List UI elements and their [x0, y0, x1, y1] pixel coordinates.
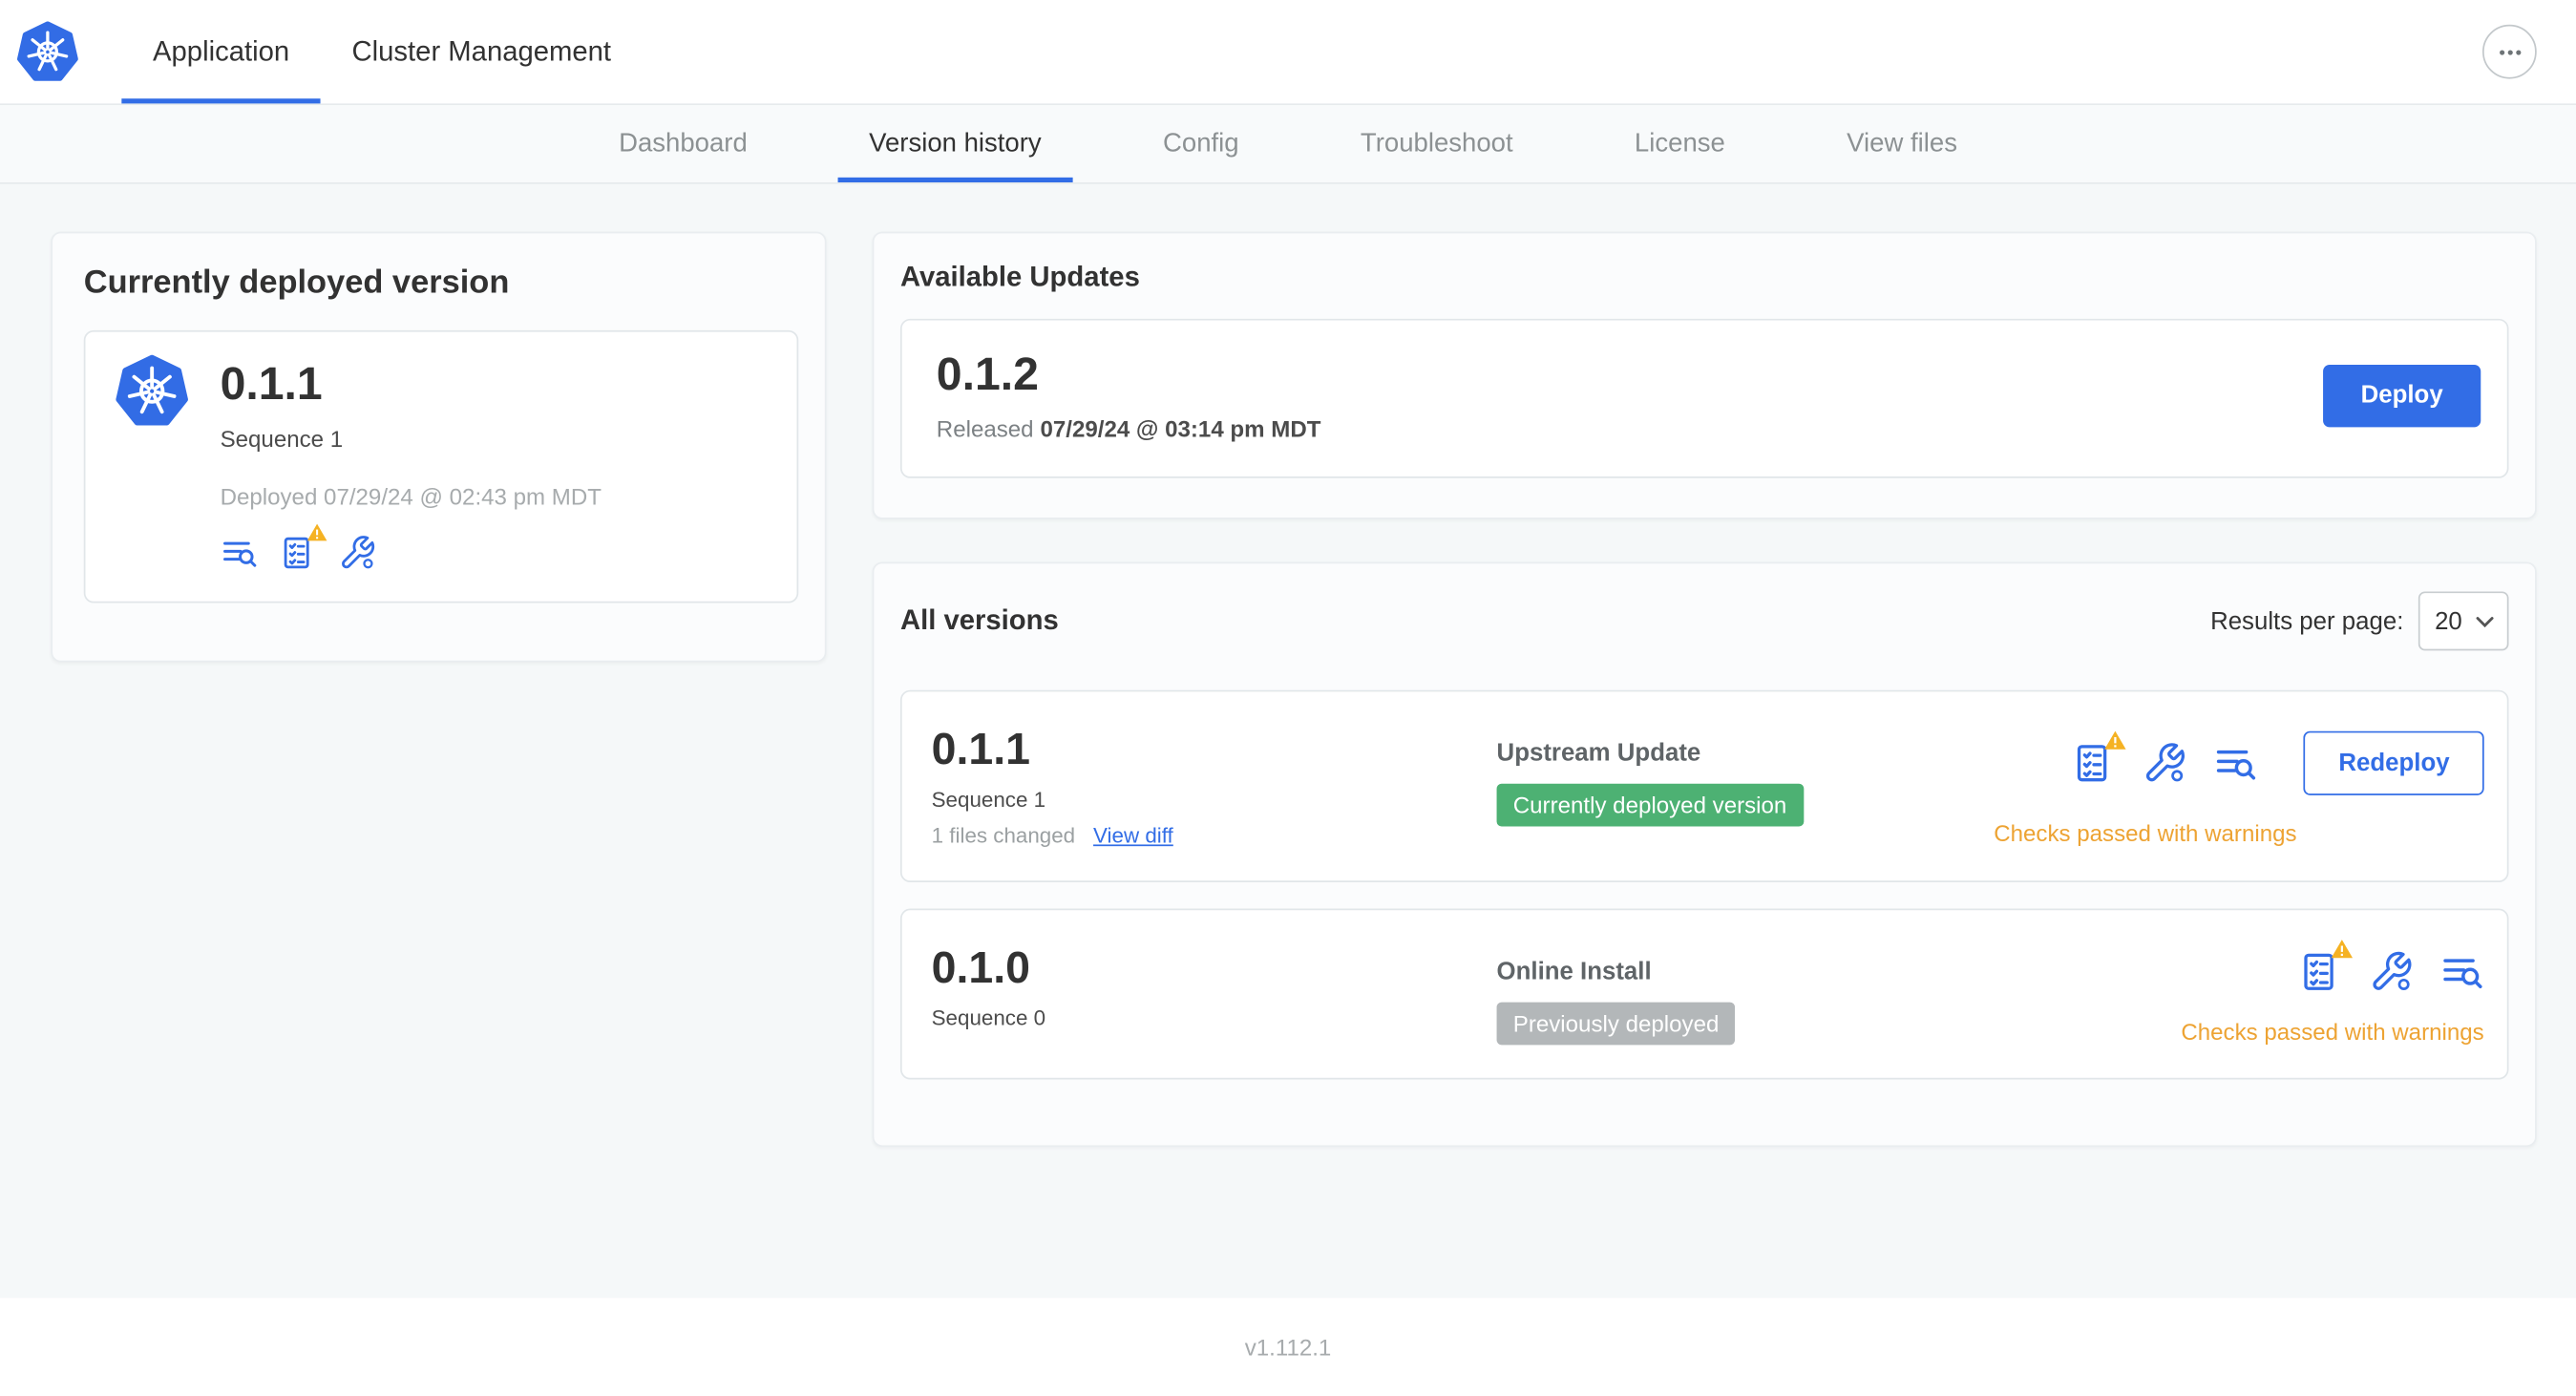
row-sequence: Sequence 0 [931, 1005, 1046, 1030]
deploy-logs-icon[interactable] [2214, 741, 2258, 785]
subnav-version-history[interactable]: Version history [808, 105, 1102, 182]
version-row-info: 0.1.1 Sequence 1 1 files changed View di… [932, 725, 1497, 848]
subnav-version-history-label: Version history [869, 129, 1042, 158]
subnav-view-files-label: View files [1847, 129, 1957, 158]
version-row-0-1-0: 0.1.0 Sequence 0 Online Install Previous… [899, 908, 2509, 1080]
version-row-actions: Checks passed with warnings [2181, 940, 2484, 1046]
row-source-label: Online Install [1496, 958, 1652, 986]
warning-triangle-icon [2105, 730, 2127, 750]
status-badge: Previously deployed [1496, 1002, 1736, 1046]
ellipsis-icon [2499, 49, 2521, 54]
subnav-dashboard[interactable]: Dashboard [558, 105, 808, 182]
subnav-view-files[interactable]: View files [1786, 105, 2018, 182]
subnav-config-label: Config [1163, 129, 1239, 158]
tab-cluster-management[interactable]: Cluster Management [321, 0, 643, 103]
config-wrench-icon[interactable] [2143, 741, 2187, 785]
right-column: Available Updates 0.1.2 Released 07/29/24… [872, 231, 2537, 1148]
subnav-troubleshoot[interactable]: Troubleshoot [1299, 105, 1573, 182]
results-per-page-label: Results per page: [2210, 606, 2404, 636]
deployed-timestamp: Deployed 07/29/24 @ 02:43 pm MDT [220, 482, 602, 510]
deploy-button[interactable]: Deploy [2323, 364, 2481, 427]
available-updates-card: Available Updates 0.1.2 Released 07/29/24… [872, 231, 2537, 519]
chevron-down-icon [2476, 616, 2494, 627]
kubernetes-logo [0, 0, 121, 103]
subnav-troubleshoot-label: Troubleshoot [1360, 129, 1513, 158]
preflight-checks-icon[interactable] [2298, 940, 2354, 994]
main-content: Currently deployed version 0.1.1 Sequenc… [0, 184, 2576, 1299]
config-wrench-icon[interactable] [2369, 950, 2413, 994]
console-version: v1.112.1 [1244, 1334, 1332, 1361]
version-row-0-1-1: 0.1.1 Sequence 1 1 files changed View di… [899, 689, 2509, 883]
row-action-icons: Redeploy [2073, 730, 2484, 795]
deployed-version-number: 0.1.1 [220, 358, 323, 410]
kubernetes-app-icon [116, 354, 188, 426]
tab-application-label: Application [153, 34, 290, 67]
redeploy-button[interactable]: Redeploy [2304, 730, 2484, 795]
results-per-page-select[interactable]: 20 [2418, 591, 2509, 651]
version-row-info: 0.1.0 Sequence 0 [932, 943, 1497, 1046]
top-header: Application Cluster Management [0, 0, 2576, 106]
results-per-page-value: 20 [2435, 606, 2462, 636]
all-versions-title: All versions [899, 604, 1059, 636]
preflight-checks-icon[interactable] [2073, 730, 2127, 785]
subnav-license-label: License [1634, 129, 1725, 158]
checks-status-text: Checks passed with warnings [2181, 1018, 2484, 1046]
app-subnav: Dashboard Version history Config Trouble… [0, 105, 2576, 184]
version-row-source: Online Install Previously deployed [1496, 943, 1736, 1046]
deploy-logs-icon[interactable] [221, 534, 259, 572]
app-footer: v1.112.1 [0, 1298, 2576, 1396]
current-version-title: Currently deployed version [83, 264, 510, 301]
checks-status-text: Checks passed with warnings [1994, 819, 2297, 847]
preflight-checks-icon[interactable] [280, 523, 327, 572]
deployed-version-details: 0.1.1 Sequence 1 Deployed 07/29/24 @ 02:… [221, 355, 602, 572]
deploy-logs-icon[interactable] [2439, 950, 2483, 994]
subnav-license[interactable]: License [1573, 105, 1785, 182]
row-sequence: Sequence 1 [931, 787, 1046, 813]
subnav-dashboard-label: Dashboard [619, 129, 748, 158]
update-row: 0.1.2 Released 07/29/24 @ 03:14 pm MDT De… [899, 318, 2509, 478]
tab-application[interactable]: Application [121, 0, 322, 104]
released-date: 07/29/24 @ 03:14 pm MDT [1040, 415, 1321, 442]
deployed-version-panel: 0.1.1 Sequence 1 Deployed 07/29/24 @ 02:… [83, 329, 799, 603]
results-per-page: Results per page: 20 [2210, 591, 2509, 651]
current-version-card: Currently deployed version 0.1.1 Sequenc… [51, 231, 827, 663]
kubernetes-logo-icon [16, 20, 78, 80]
more-menu-button[interactable] [2481, 24, 2537, 79]
files-changed-text: 1 files changed [931, 823, 1076, 848]
status-badge: Currently deployed version [1496, 783, 1804, 827]
config-wrench-icon[interactable] [338, 534, 376, 572]
update-released-line: Released 07/29/24 @ 03:14 pm MDT [937, 415, 1321, 442]
subnav-config[interactable]: Config [1102, 105, 1299, 182]
app-root: Application Cluster Management Dashboard… [0, 0, 2576, 1396]
warning-triangle-icon [306, 523, 327, 541]
all-versions-header: All versions Results per page: 20 [899, 591, 2509, 651]
tab-cluster-management-label: Cluster Management [351, 34, 612, 67]
deployed-sequence: Sequence 1 [220, 425, 344, 453]
row-version-number: 0.1.0 [931, 942, 1030, 993]
row-files-changed-line: 1 files changed View diff [932, 823, 1497, 848]
app-icon [115, 354, 188, 572]
update-version-number: 0.1.2 [936, 348, 1039, 400]
all-versions-card: All versions Results per page: 20 0.1.1 … [872, 561, 2537, 1148]
available-updates-title: Available Updates [899, 261, 1140, 293]
row-version-number: 0.1.1 [931, 724, 1030, 774]
version-row-actions: Redeploy Checks passed with warnings [1994, 725, 2484, 848]
row-action-icons [2298, 940, 2483, 994]
released-prefix: Released [936, 415, 1034, 442]
view-diff-link[interactable]: View diff [1093, 823, 1173, 848]
version-row-source: Upstream Update Currently deployed versi… [1496, 725, 1804, 848]
row-source-label: Upstream Update [1496, 739, 1701, 768]
update-details: 0.1.2 Released 07/29/24 @ 03:14 pm MDT [937, 349, 1321, 442]
deployed-version-actions [221, 523, 602, 572]
warning-triangle-icon [2331, 940, 2354, 959]
